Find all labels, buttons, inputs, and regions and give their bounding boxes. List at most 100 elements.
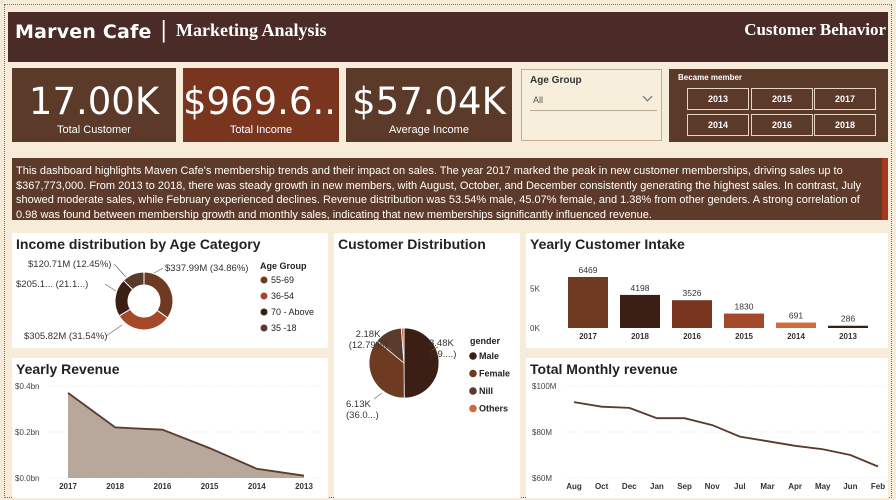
data-label: 2.18K [356, 329, 381, 340]
data-label: 8.48K [429, 338, 454, 349]
year-button-2013[interactable]: 2013 [687, 88, 749, 110]
bar [724, 313, 764, 328]
x-tick-label: 2014 [787, 332, 805, 341]
summary-textbox: This dashboard highlights Maven Cafe's m… [12, 158, 888, 220]
legend-marker [260, 276, 268, 284]
year-button-2016[interactable]: 2016 [751, 114, 813, 136]
chevron-down-icon [642, 91, 653, 102]
header-bar: Marven Cafe | Marketing Analysis Custome… [8, 12, 888, 62]
legend-item: Male [479, 351, 499, 361]
y-tick-label: 5K [530, 285, 540, 294]
bar-value-label: 4198 [631, 283, 650, 293]
x-tick-label: Aug [566, 482, 582, 491]
x-tick-label: 2018 [106, 482, 124, 491]
leader-line [153, 267, 164, 274]
kpi-label: Average Income [389, 124, 469, 136]
kpi-value: 17.00K [28, 80, 160, 123]
x-tick-label: Oct [595, 482, 609, 491]
x-tick-label: Feb [871, 482, 885, 491]
kpi-average-income: $57.04K Average Income [346, 68, 512, 142]
pie-chart: 8.48K(49....) 6.13K(36.0...) 2.18K(12.79%)… [346, 327, 510, 421]
x-tick-label: 2018 [631, 332, 649, 341]
y-tick-label: $100M [532, 382, 557, 391]
bar-value-label: 1830 [735, 302, 754, 312]
panel-income-by-age: Income distribution by Age Category $337… [12, 233, 328, 348]
x-tick-label: Mar [760, 482, 774, 491]
x-tick-label: Jul [734, 482, 746, 491]
x-tick-label: 2014 [248, 482, 266, 491]
legend-item: 36-54 [271, 291, 294, 301]
year-button-2018[interactable]: 2018 [814, 114, 876, 136]
legend-marker [469, 369, 477, 378]
data-label: $120.71M (12.45%) [28, 259, 111, 270]
x-tick-label: Jan [650, 482, 664, 491]
kpi-total-customer: 17.00K Total Customer [12, 68, 176, 142]
legend-item: Others [479, 404, 508, 414]
leader-line [113, 263, 127, 278]
y-tick-label: $0.4bn [15, 382, 39, 391]
y-tick-label: $0.0bn [15, 474, 39, 483]
data-label: 6.13K [346, 399, 371, 410]
panel-customer-distribution: Customer Distribution 8.48K (49....) 6.13K… [334, 233, 520, 498]
data-label: $305.82M (31.54%) [24, 331, 107, 342]
dropdown-value: All [533, 95, 544, 105]
bar-value-label: 3526 [683, 288, 702, 298]
kpi-label: Total Income [229, 124, 293, 136]
data-label: (36.0...) [346, 410, 379, 421]
year-button-2015[interactable]: 2015 [751, 88, 813, 110]
year-button-2014[interactable]: 2014 [687, 114, 749, 136]
panel-yearly-intake: Yearly Customer Intake 0K 5K 6469 2017 4198 2… [526, 233, 888, 348]
leader-line [373, 392, 383, 400]
kpi-label: Total Customer [57, 124, 131, 136]
legend-marker [469, 387, 477, 395]
legend-title: gender [470, 336, 501, 346]
legend-item: 70 - Above [271, 307, 314, 317]
legend-marker [260, 308, 268, 316]
data-label: (12.79%) [349, 340, 388, 351]
legend-marker [469, 404, 477, 413]
header-separator: | [160, 18, 168, 43]
brand-title: Marven Cafe [15, 21, 152, 43]
y-tick-label: $80M [532, 428, 552, 437]
bar-chart: 0K 5K 6469 2017 4198 2018 3526 2016 1830 2015 691 2… [530, 265, 868, 341]
series-line [573, 401, 879, 468]
area-fill [68, 392, 304, 478]
kpi-value: $969.6... [183, 80, 339, 123]
bar-value-label: 286 [841, 314, 855, 324]
age-group-dropdown[interactable]: All [530, 89, 657, 111]
bar [776, 322, 816, 328]
y-tick-label: $0.2bn [15, 428, 39, 437]
legend-marker [260, 324, 268, 332]
x-tick-label: Dec [622, 482, 637, 491]
bar [828, 325, 868, 328]
age-group-slicer: Age Group All [521, 69, 662, 141]
bar-value-label: 6469 [579, 265, 598, 275]
line-chart: $60M $80M $100M Aug Oct Dec Jan Sep Nov Jul Mar Apr… [532, 382, 886, 491]
x-tick-label: Nov [705, 482, 721, 491]
slicer-title: Age Group [530, 75, 582, 86]
legend-marker [469, 352, 477, 360]
year-button-2017[interactable]: 2017 [814, 88, 876, 110]
x-tick-label: May [815, 482, 831, 491]
data-label: $337.99M (34.86%) [165, 263, 248, 274]
x-tick-label: 2017 [59, 482, 77, 491]
legend-item: 55-69 [271, 275, 294, 285]
x-tick-label: 2016 [154, 482, 172, 491]
x-tick-label: Jun [843, 482, 857, 491]
y-tick-label: 0K [530, 324, 540, 333]
data-label: $205.1... (21.1...) [16, 279, 88, 290]
kpi-total-income: $969.6... Total Income [183, 68, 339, 142]
panel-yearly-revenue: Yearly Revenue $0.0bn $0.2bn $0.4bn 2017 201… [12, 358, 328, 498]
leader-line [105, 324, 123, 337]
legend-item: Female [479, 369, 510, 379]
donut-chart: $337.99M (34.86%) $305.82M (31.54%) $205.1… [16, 259, 314, 342]
x-tick-label: 2017 [579, 332, 597, 341]
data-label: (49....) [429, 349, 456, 360]
x-tick-label: 2013 [839, 332, 857, 341]
scrollbar[interactable] [882, 158, 888, 220]
x-tick-label: Sep [677, 482, 692, 491]
became-member-slicer: Became member 2013 2015 2017 2014 2016 2… [669, 69, 888, 142]
x-tick-label: 2015 [735, 332, 753, 341]
header-subtitle: Marketing Analysis [176, 20, 327, 40]
x-tick-label: 2016 [683, 332, 701, 341]
